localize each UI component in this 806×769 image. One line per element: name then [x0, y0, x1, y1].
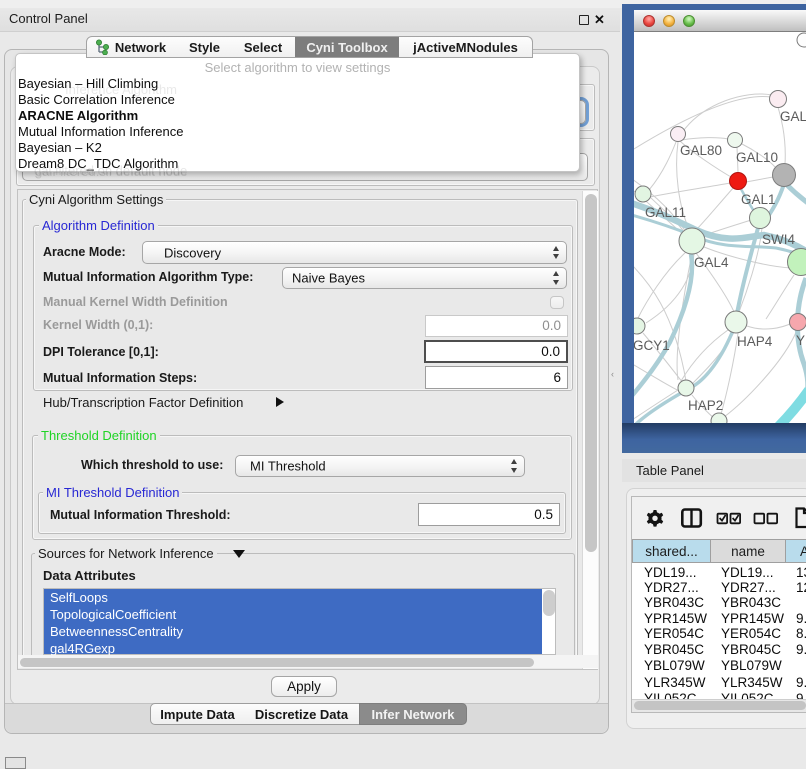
svg-text:GAL11: GAL11: [645, 205, 686, 220]
svg-text:GCY1: GCY1: [634, 338, 670, 353]
svg-text:GAL1: GAL1: [741, 192, 776, 207]
svg-text:GAL10: GAL10: [736, 150, 778, 165]
svg-text:YER: YER: [796, 333, 806, 348]
svg-text:GAL2: GAL2: [780, 109, 806, 124]
svg-text:SWI4: SWI4: [762, 232, 795, 247]
svg-text:HAP4: HAP4: [737, 334, 773, 349]
svg-text:GAL4: GAL4: [694, 255, 729, 270]
svg-text:HAP2: HAP2: [688, 398, 723, 413]
svg-text:GAL80: GAL80: [680, 143, 722, 158]
